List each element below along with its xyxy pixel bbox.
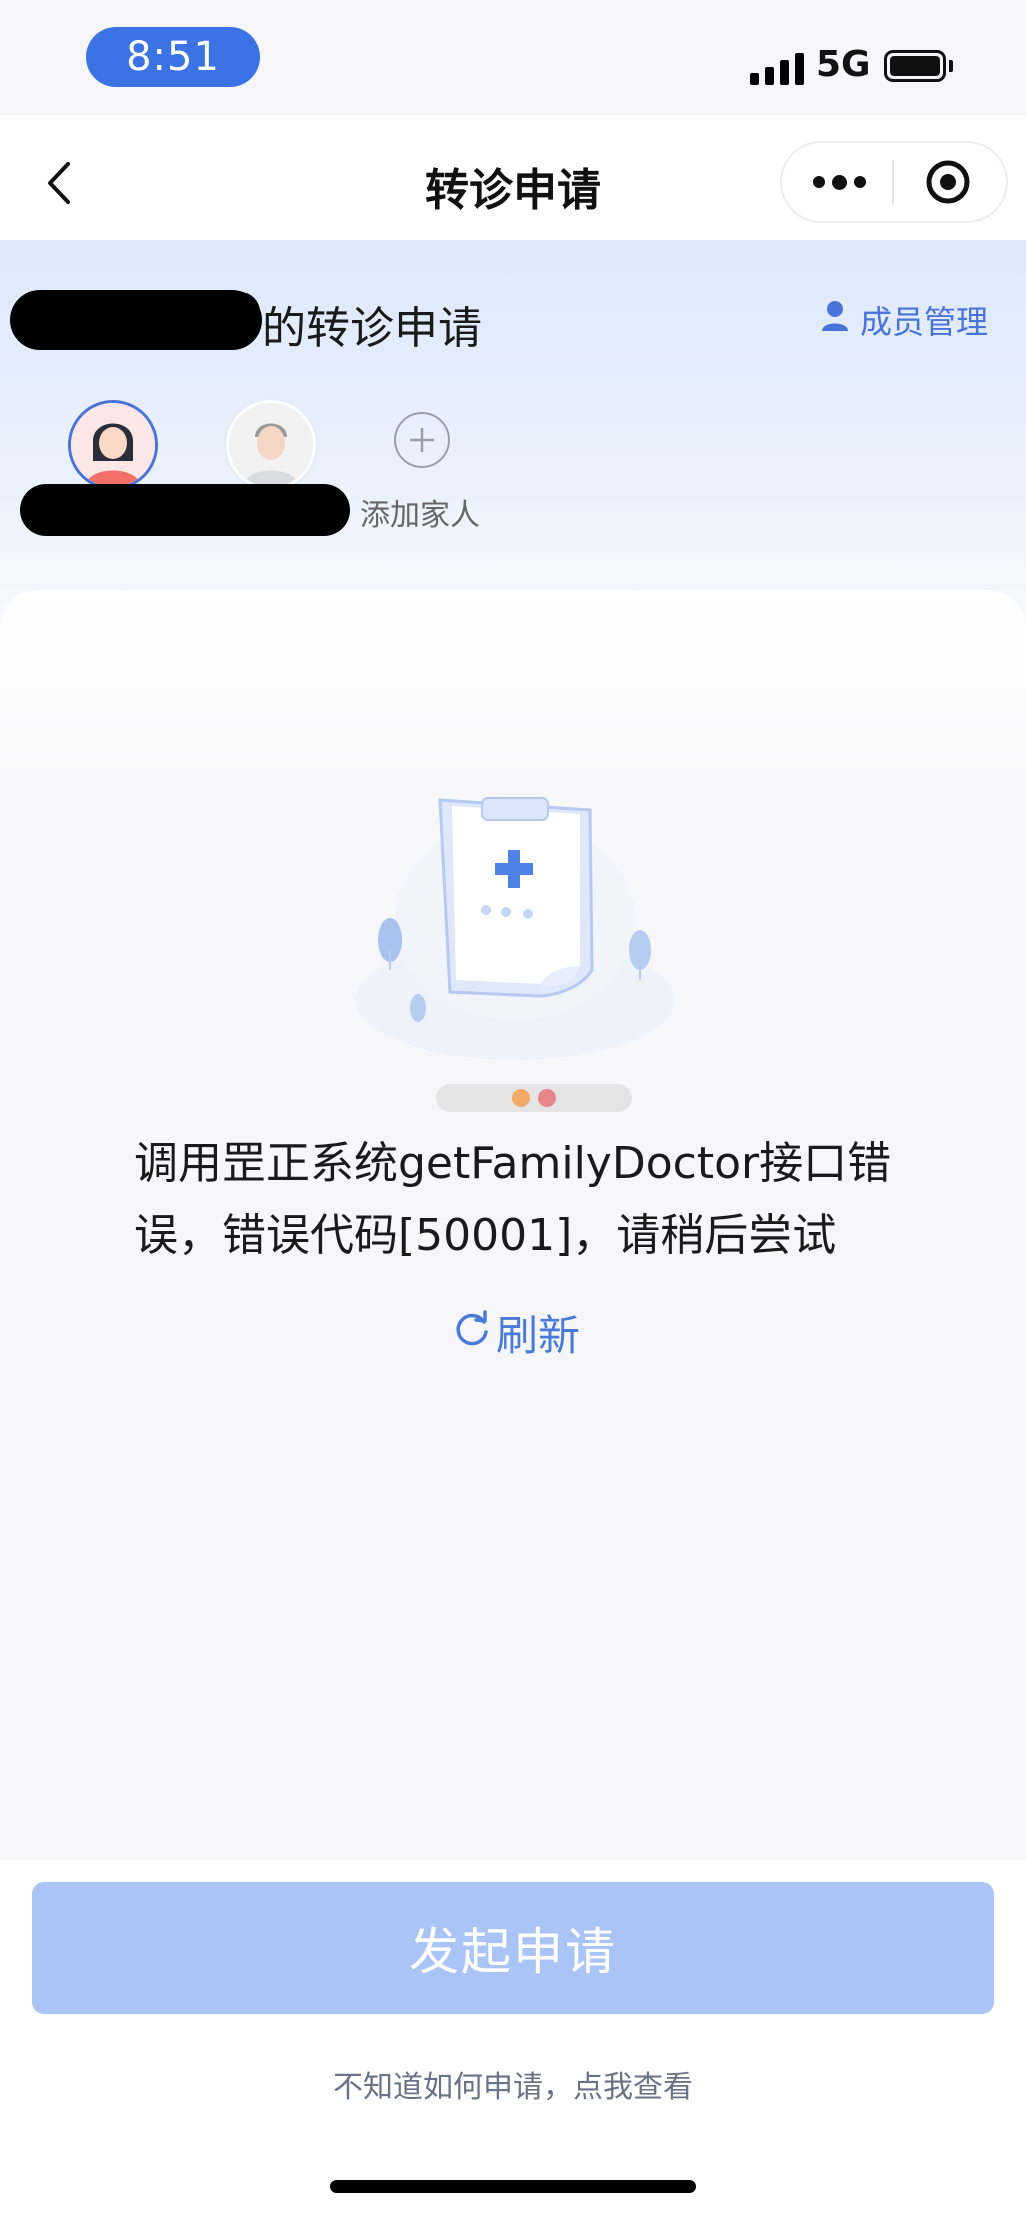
redacted-name-tail — [170, 292, 260, 342]
network-type: 5G — [816, 44, 871, 85]
refresh-label: 刷新 — [496, 1311, 581, 1360]
battery-icon — [884, 50, 946, 82]
plus-circle-icon[interactable] — [394, 412, 450, 468]
status-time: 8:51 — [86, 27, 260, 87]
capsule-divider — [892, 160, 894, 204]
avatar-male[interactable] — [226, 400, 316, 490]
member-management-link[interactable]: 成员管理 — [820, 297, 988, 343]
watermark — [436, 1084, 632, 1112]
refresh-button[interactable]: 刷新 — [452, 1302, 580, 1363]
empty-clipboard-illustration — [340, 770, 690, 1070]
submit-application-button[interactable]: 发起申请 — [32, 1882, 994, 2014]
signal-icon — [750, 53, 804, 85]
error-message: 调用罡正系统getFamilyDoctor接口错误，错误代码[50001]，请稍… — [134, 1138, 892, 1261]
target-close-icon[interactable] — [924, 158, 972, 206]
person-icon — [820, 299, 850, 341]
add-family-label[interactable]: 添加家人 — [360, 490, 480, 534]
avatar-female[interactable] — [68, 400, 158, 490]
member-management-label: 成员管理 — [860, 303, 989, 341]
home-indicator — [330, 2180, 696, 2193]
section-title: 的转诊申请 — [262, 303, 482, 354]
more-dots-icon[interactable] — [808, 158, 870, 206]
battery-tip — [949, 60, 953, 72]
help-link[interactable]: 不知道如何申请，点我查看 — [0, 2062, 1026, 2106]
refresh-icon — [452, 1308, 492, 1358]
redacted-member-names — [20, 484, 350, 536]
